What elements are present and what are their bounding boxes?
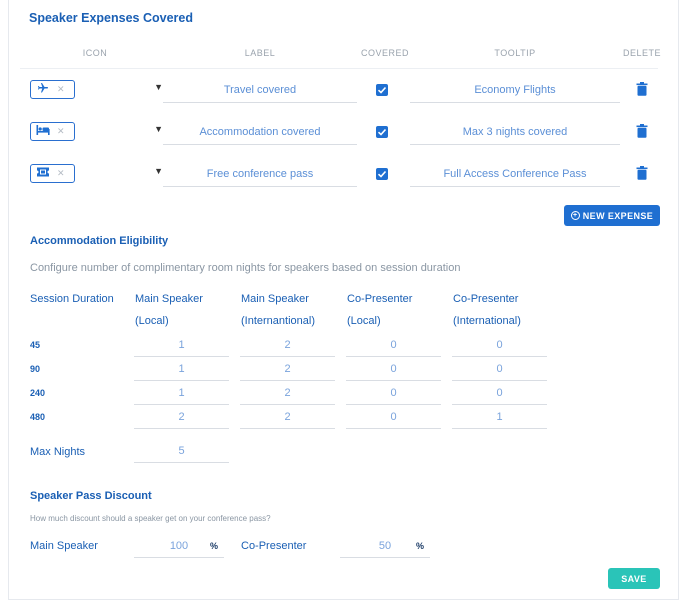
icon-chip[interactable]: ✕ (30, 122, 75, 141)
nights-input[interactable]: 0 (346, 409, 441, 429)
col-co-presenter-intl: Co-Presenter (International) (453, 288, 521, 332)
col-header-delete: DELETE (622, 48, 661, 58)
co-presenter-discount-input[interactable]: 50 % (340, 538, 430, 558)
delete-icon[interactable] (636, 82, 648, 96)
col-main-speaker-intl: Main Speaker (Internantional) (241, 288, 315, 332)
ticket-icon (36, 165, 50, 183)
main-speaker-discount-input[interactable]: 100 % (134, 538, 224, 558)
accommodation-title: Accommodation Eligibility (30, 235, 169, 247)
delete-icon[interactable] (636, 166, 648, 180)
nights-input[interactable]: 0 (452, 361, 547, 381)
col-line2: (International) (453, 315, 521, 327)
icon-select-row-2[interactable]: ✕ ▼ (30, 122, 163, 144)
percent-unit: % (209, 541, 218, 551)
nights-input[interactable]: 0 (452, 385, 547, 405)
table-header-divider (20, 68, 658, 69)
col-header-icon: ICON (82, 48, 108, 58)
accommodation-description: Configure number of complimentary room n… (30, 262, 461, 274)
nights-input[interactable]: 1 (134, 337, 229, 357)
bed-icon (36, 123, 50, 141)
col-header-label: LABEL (244, 48, 276, 58)
remove-icon[interactable]: ✕ (57, 84, 65, 95)
col-line1: Main Speaker (135, 293, 203, 305)
col-line2: (Internantional) (241, 315, 315, 327)
plus-circle-icon: + (570, 211, 580, 220)
co-presenter-discount-label: Co-Presenter (241, 540, 307, 552)
duration-90: 90 (30, 364, 41, 374)
icon-chip[interactable]: ✕ (30, 80, 75, 99)
col-co-presenter-local: Co-Presenter (Local) (347, 288, 412, 332)
nights-input[interactable]: 2 (240, 409, 335, 429)
discount-description: How much discount should a speaker get o… (30, 514, 271, 523)
delete-icon[interactable] (636, 124, 648, 138)
discount-title: Speaker Pass Discount (30, 490, 152, 502)
nights-input[interactable]: 2 (240, 337, 335, 357)
nights-input[interactable]: 0 (346, 385, 441, 405)
save-button[interactable]: SAVE (608, 568, 660, 589)
col-line1: Co-Presenter (347, 293, 413, 305)
nights-input[interactable]: 1 (134, 385, 229, 405)
nights-input[interactable]: 2 (134, 409, 229, 429)
tooltip-input-row-2[interactable]: Max 3 nights covered (410, 123, 620, 145)
expenses-title: Speaker Expenses Covered (29, 11, 193, 25)
nights-input[interactable]: 0 (346, 337, 441, 357)
tooltip-input-row-3[interactable]: Full Access Conference Pass (410, 165, 620, 187)
main-speaker-discount-label: Main Speaker (30, 540, 98, 552)
covered-checkbox-row-3[interactable] (376, 168, 388, 180)
chevron-down-icon[interactable]: ▼ (154, 166, 163, 176)
chevron-down-icon[interactable]: ▼ (154, 124, 163, 134)
duration-480: 480 (30, 412, 46, 422)
icon-select-row-3[interactable]: ✕ ▼ (30, 164, 163, 186)
label-input-row-3[interactable]: Free conference pass (163, 165, 357, 187)
duration-45: 45 (30, 340, 41, 350)
col-session-duration: Session Duration (30, 293, 114, 305)
discount-value: 50 (378, 540, 392, 552)
new-expense-label: NEW EXPENSE (582, 210, 654, 221)
discount-value: 100 (169, 540, 189, 552)
icon-select-row-1[interactable]: ✕ ▼ (30, 80, 163, 102)
icon-chip[interactable]: ✕ (30, 164, 75, 183)
max-nights-label: Max Nights (30, 446, 86, 458)
remove-icon[interactable]: ✕ (57, 126, 65, 137)
col-header-covered: COVERED (360, 48, 409, 58)
nights-input[interactable]: 0 (346, 361, 441, 381)
chevron-down-icon[interactable]: ▼ (154, 82, 163, 92)
label-input-row-1[interactable]: Travel covered (163, 81, 357, 103)
nights-input[interactable]: 1 (134, 361, 229, 381)
tooltip-input-row-1[interactable]: Economy Flights (410, 81, 620, 103)
covered-checkbox-row-1[interactable] (376, 84, 388, 96)
new-expense-button[interactable]: + NEW EXPENSE (564, 205, 660, 226)
col-line1: Co-Presenter (453, 293, 519, 305)
nights-input[interactable]: 2 (240, 361, 335, 381)
nights-input[interactable]: 1 (452, 409, 547, 429)
col-line2: (Local) (135, 315, 169, 327)
remove-icon[interactable]: ✕ (57, 168, 65, 179)
percent-unit: % (415, 541, 424, 551)
nights-input[interactable]: 2 (240, 385, 335, 405)
max-nights-input[interactable]: 5 (134, 443, 229, 463)
col-main-speaker-local: Main Speaker (Local) (135, 288, 203, 332)
airplane-icon (36, 81, 50, 99)
covered-checkbox-row-2[interactable] (376, 126, 388, 138)
col-header-tooltip: TOOLTIP (494, 48, 536, 58)
duration-240: 240 (30, 388, 46, 398)
nights-input[interactable]: 0 (452, 337, 547, 357)
label-input-row-2[interactable]: Accommodation covered (163, 123, 357, 145)
col-line2: (Local) (347, 315, 381, 327)
col-line1: Main Speaker (241, 293, 309, 305)
